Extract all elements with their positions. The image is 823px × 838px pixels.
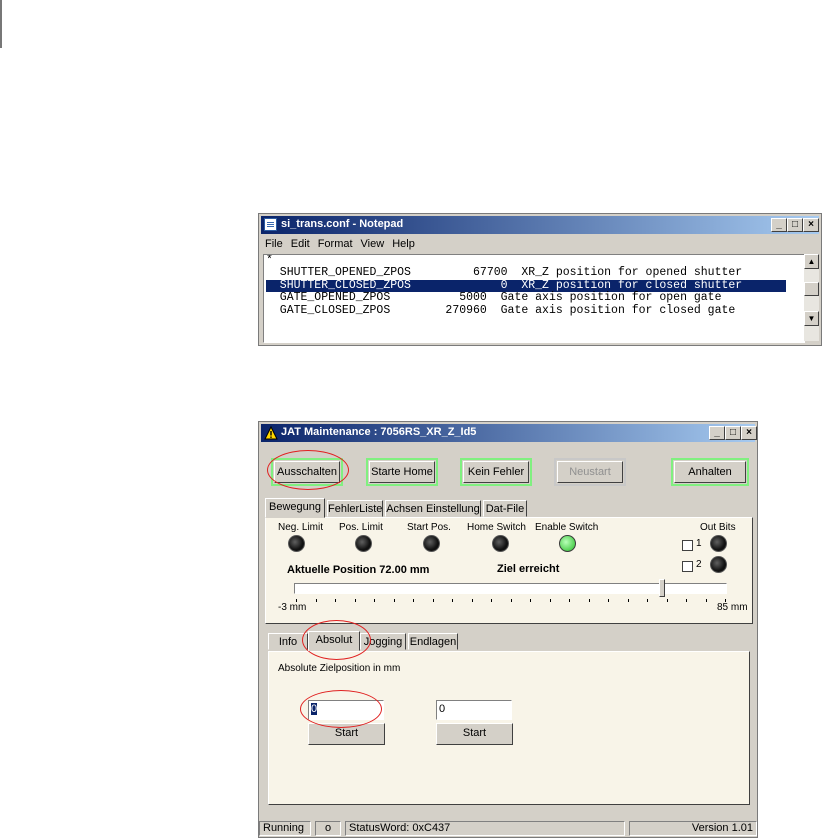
slider-tick [627,599,629,602]
slider-tick [374,599,375,602]
slider-tick [471,599,473,602]
slider-tick [491,599,492,602]
close-button[interactable]: × [803,218,819,232]
status-bar: Running o StatusWord: 0xC437 Version 1.0… [259,819,757,837]
scroll-down-icon[interactable]: ▼ [804,311,819,326]
slider-tick [705,599,707,602]
slider-tick [569,599,570,602]
tab-endlagen[interactable]: Endlagen [408,633,458,650]
enable-switch-label: Enable Switch [535,522,599,533]
jat-window: JAT Maintenance : 7056RS_XR_Z_Id5 _ □ × … [258,421,758,838]
status-o: o [315,821,341,836]
slider-tick [608,599,609,602]
start-pos-led [423,535,440,552]
absolute-target-label: Absolute Zielposition in mm [278,663,401,674]
notepad-titlebar[interactable]: si_trans.conf - Notepad _ □ × [261,216,819,234]
menu-edit[interactable]: Edit [287,236,314,252]
neg-limit-led [288,535,305,552]
maximize-button[interactable]: □ [725,426,741,440]
status-word: StatusWord: 0xC437 [345,821,625,836]
menu-view[interactable]: View [357,236,389,252]
close-button[interactable]: × [741,426,757,440]
home-switch-label: Home Switch [467,522,526,533]
notepad-title: si_trans.conf - Notepad [281,218,404,230]
jat-titlebar[interactable]: JAT Maintenance : 7056RS_XR_Z_Id5 _ □ × [261,424,757,442]
kein-fehler-button[interactable]: Kein Fehler [460,458,532,486]
out-bit-2-label: 2 [696,559,702,570]
slider-tick [452,599,453,602]
target-position-input-1[interactable]: 0 [308,700,384,720]
neg-limit-label: Neg. Limit [278,522,324,533]
position-slider-thumb[interactable] [658,579,665,597]
start-button-2[interactable]: Start [436,723,513,745]
start-pos-label: Start Pos. [407,522,451,533]
notepad-icon [264,218,277,231]
out-bits-label: Out Bits [700,522,736,533]
slider-tick [549,599,551,602]
text-line: GATE_OPENED_ZPOS 5000 Gate axis position… [266,291,722,304]
tab-dat-file[interactable]: Dat-File [483,500,527,517]
home-switch-led [492,535,509,552]
notepad-menubar: File Edit Format View Help [261,236,419,253]
out-bit-1-led [710,535,727,552]
neustart-button[interactable]: Neustart [554,458,626,486]
slider-tick [588,599,590,602]
minimize-button[interactable]: _ [771,218,787,232]
tab-jogging[interactable]: Jogging [360,633,406,650]
out-bit-1-label: 1 [696,538,702,549]
ausschalten-button[interactable]: Ausschalten [271,458,343,486]
target-position-input-2[interactable]: 0 [436,700,512,720]
menu-file[interactable]: File [261,236,287,252]
slider-tick [393,599,395,602]
slider-tick [647,599,648,602]
target-status-text: Ziel erreicht [497,563,560,575]
main-tabs: Bewegung FehlerListe Achsen Einstellung … [265,498,755,518]
text-line: GATE_CLOSED_ZPOS 270960 Gate axis positi… [266,304,736,317]
tab-achsen-einstellung[interactable]: Achsen Einstellung [385,500,481,517]
slider-tick [335,599,336,602]
slider-tick [432,599,434,602]
notepad-window: si_trans.conf - Notepad _ □ × File Edit Fo… [258,213,822,346]
scroll-up-icon[interactable]: ▲ [804,254,819,269]
slider-max-label: 85 mm [717,602,748,613]
pos-limit-led [355,535,372,552]
jat-title: JAT Maintenance : 7056RS_XR_Z_Id5 [281,426,477,438]
maximize-button[interactable]: □ [787,218,803,232]
slider-tick [315,599,317,602]
scroll-thumb[interactable] [804,282,819,296]
slider-tick [530,599,531,602]
out-bit-1-checkbox[interactable] [682,540,693,551]
anhalten-button[interactable]: Anhalten [671,458,749,486]
tab-fehlerliste[interactable]: FehlerListe [327,500,383,517]
slider-min-label: -3 mm [278,602,307,613]
sub-tabs: Info Absolut Jogging Endlagen [268,631,568,651]
enable-switch-led [559,535,576,552]
tab-info[interactable]: Info [268,633,308,650]
tab-absolut[interactable]: Absolut [308,631,360,651]
status-version: Version 1.01 [629,821,757,836]
slider-tick [666,599,668,602]
menu-help[interactable]: Help [388,236,419,252]
start-button-1[interactable]: Start [308,723,385,745]
warning-icon [264,426,278,440]
notepad-vertical-scrollbar[interactable]: ▲ ▼ [804,254,819,341]
screen-edge-mark [0,0,2,48]
notepad-text-area[interactable]: * SHUTTER_OPENED_ZPOS 67700 XR_Z positio… [263,254,805,343]
out-bit-2-led [710,556,727,573]
pos-limit-label: Pos. Limit [339,522,383,533]
slider-tick [686,599,687,602]
starte-home-button[interactable]: Starte Home [366,458,438,486]
tab-bewegung[interactable]: Bewegung [265,498,325,518]
slider-tick [510,599,512,602]
slider-tick [413,599,414,602]
text-line: SHUTTER_OPENED_ZPOS 67700 XR_Z position … [266,266,743,279]
current-position-text: Aktuelle Position 72.00 mm [287,564,430,576]
out-bit-2-checkbox[interactable] [682,561,693,572]
minimize-button[interactable]: _ [709,426,725,440]
menu-format[interactable]: Format [314,236,357,252]
status-running: Running [259,821,311,836]
slider-tick [354,599,356,602]
